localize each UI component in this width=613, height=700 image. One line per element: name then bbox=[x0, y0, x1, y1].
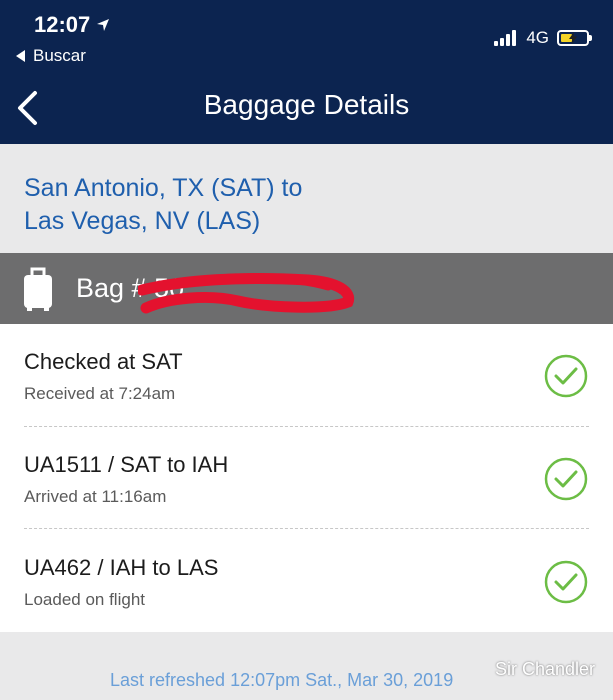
app-header: 12:07 Buscar 4G Baggage Details bbox=[0, 0, 613, 144]
signal-icon bbox=[494, 30, 518, 46]
back-triangle-icon bbox=[16, 50, 25, 62]
event-title: UA1511 / SAT to IAH bbox=[24, 452, 229, 477]
location-arrow-icon bbox=[97, 19, 110, 31]
route-section: San Antonio, TX (SAT) to Las Vegas, NV (… bbox=[0, 144, 613, 253]
back-app-label: Buscar bbox=[33, 46, 86, 65]
watermark-text: Sir Chandler bbox=[494, 659, 595, 679]
page-title: Baggage Details bbox=[203, 89, 410, 120]
list-item: UA1511 / SAT to IAH Arrived at 11:16am bbox=[0, 427, 613, 529]
list-item: UA462 / IAH to LAS Loaded on flight bbox=[0, 530, 613, 632]
network-type: 4G bbox=[526, 28, 549, 47]
list-item: Checked at SAT Received at 7:24am bbox=[0, 324, 613, 426]
luggage-icon bbox=[24, 267, 52, 311]
battery-icon bbox=[557, 30, 592, 46]
event-subtitle: Received at 7:24am bbox=[24, 384, 176, 403]
divider bbox=[24, 528, 589, 529]
check-circle-icon bbox=[544, 560, 588, 604]
status-indicators: 4G bbox=[494, 28, 592, 48]
redaction-scribble bbox=[138, 272, 355, 314]
event-subtitle: Loaded on flight bbox=[24, 590, 145, 609]
status-time-text: 12:07 bbox=[34, 12, 91, 37]
back-to-app-link[interactable]: Buscar bbox=[16, 46, 86, 66]
event-title: UA462 / IAH to LAS bbox=[24, 555, 219, 580]
event-subtitle: Arrived at 11:16am bbox=[24, 487, 167, 506]
charging-bolt-icon bbox=[569, 32, 577, 44]
tracking-list: Checked at SAT Received at 7:24am UA1511… bbox=[0, 324, 613, 632]
route-destination: Las Vegas, NV (LAS) bbox=[24, 207, 261, 235]
route-origin: San Antonio, TX (SAT) to bbox=[24, 174, 303, 202]
check-circle-icon bbox=[544, 354, 588, 398]
footer: Last refreshed 12:07pm Sat., Mar 30, 201… bbox=[0, 632, 613, 700]
status-time: 12:07 bbox=[34, 12, 110, 38]
last-refreshed-text: Last refreshed 12:07pm Sat., Mar 30, 201… bbox=[110, 670, 454, 690]
check-circle-icon bbox=[544, 457, 588, 501]
event-title: Checked at SAT bbox=[24, 349, 183, 374]
